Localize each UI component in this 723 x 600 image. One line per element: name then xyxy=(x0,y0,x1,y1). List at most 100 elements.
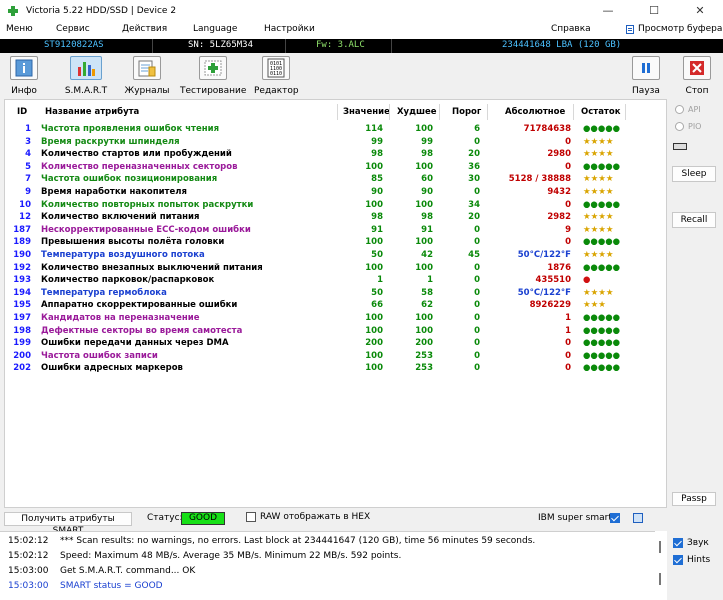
minimize-icon[interactable]: — xyxy=(585,0,631,22)
attr-threshold: 0 xyxy=(474,325,480,336)
table-row[interactable]: 189 Превышения высоты полёта головки 100 10… xyxy=(5,236,666,249)
pause-label: Пауза xyxy=(632,86,660,96)
attr-threshold: 0 xyxy=(474,287,480,298)
attr-remain: ● xyxy=(583,275,591,286)
attr-name: Количество включений питания xyxy=(41,212,200,223)
attr-worst: 200 xyxy=(415,338,433,349)
menu-language[interactable]: Language xyxy=(193,24,237,34)
sound-checkbox[interactable] xyxy=(673,538,683,548)
attr-raw: 1 xyxy=(565,313,571,323)
attr-remain: ★★★★ xyxy=(583,187,614,197)
table-row[interactable]: 1 Частота проявления ошибок чтения 114 100 6… xyxy=(5,123,666,136)
ibm-color-swatch[interactable] xyxy=(633,513,643,523)
menu-settings[interactable]: Настройки xyxy=(264,24,315,34)
table-row[interactable]: 197 Кандидатов на переназначение 100 100 0 1 ●… xyxy=(5,312,666,325)
attr-remain: ★★★★ xyxy=(583,250,614,260)
smart-button[interactable]: S.M.A.R.T xyxy=(64,56,108,96)
attr-threshold: 30 xyxy=(468,174,480,185)
table-row[interactable]: 190 Температура воздушного потока 50 42 45 50… xyxy=(5,249,666,262)
recall-button[interactable]: Recall xyxy=(672,212,716,228)
menu-help[interactable]: Справка xyxy=(551,24,591,34)
sleep-button[interactable]: Sleep xyxy=(672,166,716,182)
table-row[interactable]: 187 Нескорректированные ЕСС-кодом ошибки 9… xyxy=(5,224,666,237)
header-value[interactable]: Значение xyxy=(343,107,390,117)
table-row[interactable]: 3 Время раскрутки шпинделя 99 99 0 0 ★★★★ xyxy=(5,136,666,149)
sound-label: Звук xyxy=(687,538,709,548)
header-name[interactable]: Название атрибута xyxy=(45,107,139,117)
menu-main[interactable]: Меню xyxy=(6,24,33,34)
table-row[interactable]: 193 Количество парковок/распарковок 1 1 0 435… xyxy=(5,274,666,287)
menu-service[interactable]: Сервис xyxy=(56,24,90,34)
header-remain[interactable]: Остаток xyxy=(581,107,620,117)
attr-raw: 0 xyxy=(565,199,571,210)
attr-value: 98 xyxy=(371,212,383,223)
menu-actions[interactable]: Действия xyxy=(122,24,167,34)
log-scrollbar[interactable] xyxy=(655,531,667,600)
hints-toggle[interactable]: Hints xyxy=(673,555,710,565)
table-row[interactable]: 7 Частота ошибок позиционирования 85 60 30 51… xyxy=(5,173,666,186)
pause-button[interactable]: Пауза xyxy=(628,56,664,96)
hints-checkbox[interactable] xyxy=(673,555,683,565)
table-row[interactable]: 198 Дефектные секторы во время самотеста 1… xyxy=(5,325,666,338)
header-id[interactable]: ID xyxy=(17,107,27,117)
attr-worst: 253 xyxy=(415,350,433,361)
attr-id: 195 xyxy=(13,300,31,311)
attr-worst: 99 xyxy=(421,136,433,147)
attr-worst: 58 xyxy=(421,287,433,298)
attr-worst: 253 xyxy=(415,363,433,374)
editor-button[interactable]: 0101 1100 0110 Редактор xyxy=(254,56,299,96)
attr-remain: ★★★★ xyxy=(583,174,614,185)
ibm-checkbox[interactable] xyxy=(610,513,620,523)
maximize-icon[interactable]: ☐ xyxy=(631,0,677,22)
attr-worst: 100 xyxy=(415,124,433,134)
attr-worst: 60 xyxy=(421,174,433,185)
attr-name: Время раскрутки шпинделя xyxy=(41,136,180,147)
get-smart-button[interactable]: Получить атрибуты SMART xyxy=(4,512,132,536)
scroll-thumb-top[interactable] xyxy=(659,541,661,553)
attr-id: 198 xyxy=(13,325,31,336)
attr-name: Количество парковок/распарковок xyxy=(41,275,215,286)
attr-raw: 0 xyxy=(565,338,571,349)
stop-button[interactable]: Стоп xyxy=(680,56,714,96)
sound-toggle[interactable]: Звук xyxy=(673,538,709,548)
attr-name: Дефектные секторы во время самотеста xyxy=(41,325,243,336)
attr-threshold: 0 xyxy=(474,136,480,147)
raw-hex-checkbox[interactable] xyxy=(246,512,256,522)
pio-radio[interactable]: PIO xyxy=(675,122,701,131)
table-row[interactable]: 194 Температура гермоблока 50 58 0 50°C/122°F… xyxy=(5,287,666,300)
table-row[interactable]: 195 Аппаратно скорректированные ошибки 66 6… xyxy=(5,299,666,312)
log-row-3: 15:03:00 Get S.M.A.R.T. command... OK xyxy=(8,566,196,576)
table-row[interactable]: 12 Количество включений питания 98 98 20 2982… xyxy=(5,211,666,224)
table-row[interactable]: 9 Время наработки накопителя 90 90 0 9432 ★★★★ xyxy=(5,186,666,199)
raw-hex-toggle[interactable]: RAW отображать в HEX xyxy=(246,512,370,522)
table-row[interactable]: 10 Количество повторных попыток раскрутки… xyxy=(5,199,666,212)
table-row[interactable]: 199 Ошибки передачи данных через DMA 200 20… xyxy=(5,337,666,350)
table-row[interactable]: 202 Ошибки адресных маркеров 100 253 0 0 ●●●●● xyxy=(5,362,666,375)
table-row[interactable]: 200 Частота ошибок записи 100 253 0 0 ●●●●● xyxy=(5,350,666,363)
header-raw[interactable]: Абсолютное xyxy=(505,107,565,117)
attr-threshold: 0 xyxy=(474,187,480,197)
attr-value: 1 xyxy=(377,275,383,286)
passp-button[interactable]: Passp xyxy=(672,492,716,506)
testing-button[interactable]: Тестирование xyxy=(180,56,246,96)
attr-value: 200 xyxy=(365,338,383,349)
table-row[interactable]: 192 Количество внезапных выключений питан… xyxy=(5,262,666,275)
header-threshold[interactable]: Порог xyxy=(452,107,481,117)
attr-raw: 8926229 xyxy=(529,300,571,311)
attr-threshold: 0 xyxy=(474,363,480,374)
logs-button[interactable]: Журналы xyxy=(124,56,170,96)
api-radio[interactable]: API xyxy=(675,105,701,114)
info-button[interactable]: Инфо xyxy=(8,56,40,96)
header-worst[interactable]: Худшее xyxy=(397,107,437,117)
table-row[interactable]: 4 Количество стартов или пробуждений 98 98 2… xyxy=(5,148,666,161)
table-row[interactable]: 5 Количество переназначенных секторов 100 1… xyxy=(5,161,666,174)
status-badge: GOOD xyxy=(181,512,225,525)
clipboard-view-label: Просмотр буфера xyxy=(638,24,723,34)
title-bar: Victoria 5.22 HDD/SSD | Device 2 — ☐ ✕ xyxy=(0,0,723,22)
scroll-thumb-bottom[interactable] xyxy=(659,573,661,585)
attr-raw: 0 xyxy=(565,363,571,374)
attr-threshold: 36 xyxy=(468,161,480,172)
close-icon[interactable]: ✕ xyxy=(677,0,723,22)
attr-id: 189 xyxy=(13,237,31,248)
clipboard-view[interactable]: Просмотр буфера xyxy=(626,24,722,34)
